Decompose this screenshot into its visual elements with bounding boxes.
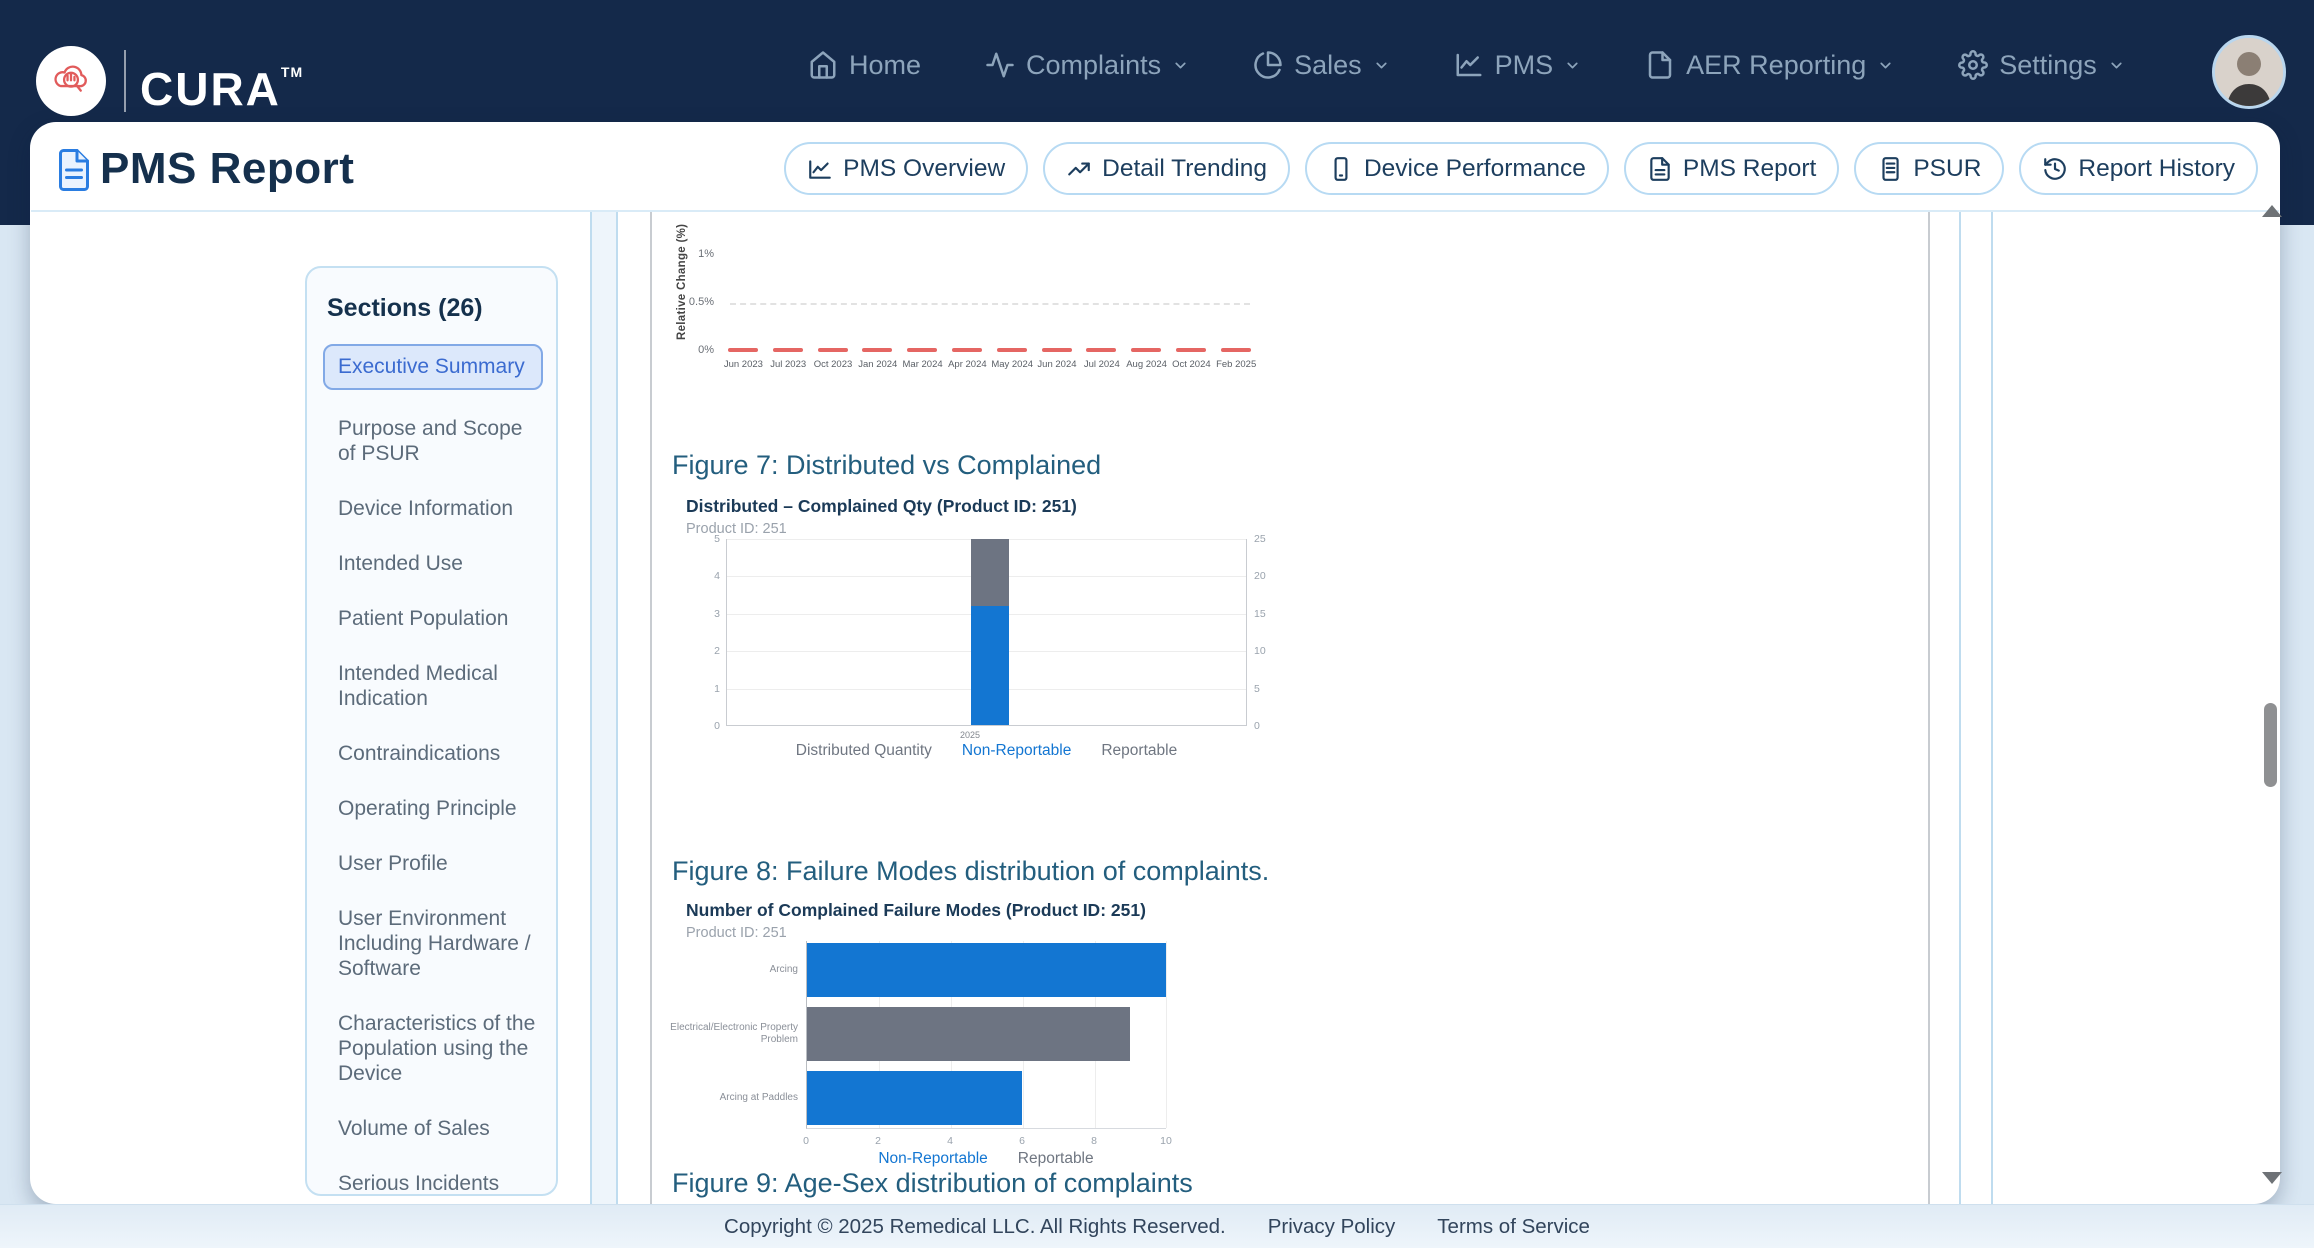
fig8-chart-title: Number of Complained Failure Modes (Prod…	[686, 900, 1146, 920]
gear-icon	[1958, 50, 1989, 80]
pie-chart-icon	[1253, 50, 1283, 80]
nav-menu: Home Complaints Sales PMS AER Reporting …	[808, 0, 2125, 130]
fig7-stacked-bar[interactable]	[971, 539, 1009, 725]
fig7-left-tick: 4	[714, 570, 720, 582]
fig8-category-label: Arcing at Paddles	[719, 1092, 798, 1103]
fig7-segment-distributed[interactable]	[971, 539, 1009, 606]
fig7-left-tick: 2	[714, 645, 720, 657]
line-chart-icon	[1454, 50, 1484, 80]
home-icon	[808, 50, 838, 80]
fig7-left-tick: 0	[714, 720, 720, 732]
legend-item-reportable[interactable]: Reportable	[1101, 742, 1177, 760]
trademark: TM	[280, 64, 304, 80]
page-footer: Copyright © 2025 Remedical LLC. All Righ…	[0, 1204, 2314, 1248]
figure7-caption: Figure 7: Distributed vs Complained	[672, 450, 1102, 480]
relative-change-x-axis: Jun 2023 Jul 2023 Oct 2023 Jan 2024 Mar 2024…	[723, 359, 1257, 370]
brand-logo[interactable]: CURATM	[36, 37, 303, 124]
fig7-segment-nonreportable[interactable]	[971, 605, 1009, 725]
fig8-chart-subtitle: Product ID: 251	[686, 925, 787, 941]
figure9-caption: Figure 9: Age-Sex distribution of compla…	[672, 1168, 1193, 1198]
nav-item-home[interactable]: Home	[808, 50, 921, 81]
copyright-text: Copyright © 2025 Remedical LLC. All Righ…	[724, 1214, 1226, 1238]
terms-of-service-link[interactable]: Terms of Service	[1437, 1215, 1590, 1239]
y-tick: 0.5%	[688, 296, 714, 308]
fig8-x-tick: 6	[1019, 1135, 1025, 1147]
nav-item-complaints[interactable]: Complaints	[985, 50, 1189, 81]
legend-item-reportable[interactable]: Reportable	[1018, 1150, 1094, 1168]
fig8-plot-area	[806, 941, 1167, 1129]
gridline-half-percent	[730, 303, 1250, 305]
file-icon	[1645, 50, 1675, 80]
scroll-up-arrow[interactable]	[2262, 205, 2282, 217]
nav-item-pms[interactable]: PMS	[1454, 50, 1582, 81]
chevron-down-icon	[2108, 57, 2125, 74]
fig7-left-tick: 3	[714, 608, 720, 620]
brand-name: CURATM	[140, 63, 304, 115]
scroll-down-arrow[interactable]	[2262, 1172, 2282, 1184]
fig7-legend: Distributed Quantity Non-Reportable Repo…	[726, 742, 1247, 760]
chevron-down-icon	[1172, 57, 1189, 74]
fig7-right-tick: 20	[1254, 570, 1266, 582]
logo-divider	[124, 49, 126, 112]
report-document-viewport: Relative Change (%) 1% 0.5% 0% Jun 2023 J…	[0, 0, 2314, 1248]
nav-item-sales[interactable]: Sales	[1253, 50, 1390, 81]
user-avatar[interactable]	[2212, 35, 2286, 109]
y-tick: 1%	[698, 248, 714, 260]
fig7-left-tick: 5	[714, 533, 720, 545]
fig7-right-tick: 25	[1254, 533, 1266, 545]
fig8-bar[interactable]	[807, 1007, 1131, 1061]
chevron-down-icon	[1564, 57, 1581, 74]
legend-item-non-reportable[interactable]: Non-Reportable	[878, 1150, 987, 1168]
fig8-x-tick: 0	[803, 1135, 809, 1147]
relative-change-y-axis-label: Relative Change (%)	[676, 223, 688, 340]
fig8-bar[interactable]	[807, 1071, 1023, 1125]
y-tick: 0%	[698, 344, 714, 356]
fig7-category-label: 2025	[959, 730, 981, 740]
scrollbar-thumb[interactable]	[2264, 703, 2277, 787]
legend-item-distributed-quantity[interactable]: Distributed Quantity	[796, 742, 932, 760]
privacy-policy-link[interactable]: Privacy Policy	[1268, 1215, 1396, 1239]
fig7-right-tick: 10	[1254, 645, 1266, 657]
fig8-x-tick: 10	[1160, 1135, 1172, 1147]
cura-cloud-magnifier-icon	[48, 55, 94, 106]
fig8-bar[interactable]	[807, 943, 1166, 997]
nav-item-settings[interactable]: Settings	[1958, 50, 2125, 81]
chevron-down-icon	[1877, 57, 1894, 74]
figure8-caption: Figure 8: Failure Modes distribution of …	[672, 856, 1270, 886]
fig8-category-label: Arcing	[769, 964, 798, 975]
legend-item-non-reportable[interactable]: Non-Reportable	[962, 742, 1071, 760]
fig7-chart-title: Distributed – Complained Qty (Product ID…	[686, 496, 1077, 516]
fig7-plot-area	[726, 539, 1247, 726]
fig7-right-tick: 15	[1254, 608, 1266, 620]
fig8-x-tick: 2	[875, 1135, 881, 1147]
activity-icon	[985, 50, 1015, 80]
fig7-right-tick: 5	[1254, 683, 1260, 695]
fig8-x-tick: 8	[1091, 1135, 1097, 1147]
logo-badge	[36, 45, 106, 116]
top-navigation: CURATM Home Complaints Sales PMS AER Rep…	[0, 0, 2314, 130]
fig8-legend: Non-Reportable Reportable	[806, 1150, 1166, 1168]
fig7-left-tick: 1	[714, 683, 720, 695]
fig8-x-tick: 4	[947, 1135, 953, 1147]
chevron-down-icon	[1373, 57, 1390, 74]
fig7-right-tick: 0	[1254, 720, 1260, 732]
nav-item-aer-reporting[interactable]: AER Reporting	[1645, 50, 1894, 81]
fig8-category-label: Electrical/Electronic Property Problem	[670, 1022, 798, 1045]
zero-percent-data-markers	[728, 348, 1251, 352]
